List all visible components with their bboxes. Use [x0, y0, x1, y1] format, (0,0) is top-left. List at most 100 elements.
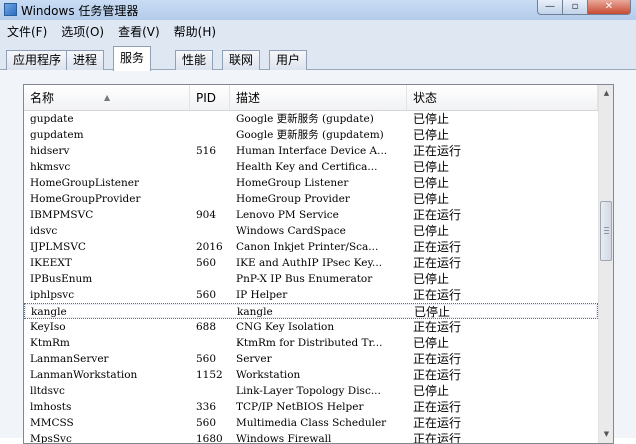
table-row[interactable]: IPBusEnum PnP-X IP Bus Enumerator 已停止 — [24, 271, 598, 287]
tab-strip: 应用程序 进程 服务 性能 联网 用户 — [0, 40, 636, 71]
table-row[interactable]: KeyIso 688 CNG Key Isolation 正在运行 — [24, 319, 598, 335]
services-panel: ▲ 名称 PID 描述 状态 gupdate Google 更新服务 (gupda… — [0, 70, 636, 444]
service-pid: 2016 — [196, 241, 223, 253]
service-name: lmhosts — [30, 401, 72, 413]
table-row[interactable]: MMCSS 560 Multimedia Class Scheduler 正在运行 — [24, 415, 598, 431]
service-description: HomeGroup Provider — [236, 193, 350, 205]
maximize-button[interactable]: ▫ — [563, 0, 588, 15]
window-controls: — ▫ ✕ — [537, 0, 631, 16]
tab-networking[interactable]: 联网 — [222, 50, 261, 70]
sort-ascending-icon: ▲ — [104, 93, 111, 102]
service-status: 已停止 — [413, 176, 450, 190]
table-row[interactable]: LanmanWorkstation 1152 Workstation 正在运行 — [24, 367, 598, 383]
close-button[interactable]: ✕ — [588, 0, 631, 15]
table-row[interactable]: HomeGroupProvider HomeGroup Provider 已停止 — [24, 191, 598, 207]
vertical-scrollbar[interactable]: ▲ ▼ — [598, 85, 613, 443]
table-row[interactable]: IJPLMSVC 2016 Canon Inkjet Printer/Sca... 正… — [24, 239, 598, 255]
service-status: 正在运行 — [413, 256, 462, 270]
menu-view[interactable]: 查看(V) — [111, 20, 167, 40]
table-row[interactable]: lltdsvc Link-Layer Topology Disc... 已停止 — [24, 383, 598, 399]
service-name: kangle — [31, 306, 67, 318]
tab-services[interactable]: 服务 — [113, 46, 152, 71]
service-description: Canon Inkjet Printer/Sca... — [236, 241, 379, 253]
column-header-pid[interactable]: PID — [190, 85, 230, 110]
tab-users[interactable]: 用户 — [269, 50, 308, 70]
service-name: gupdate — [30, 113, 74, 125]
tab-applications[interactable]: 应用程序 — [6, 50, 69, 70]
service-status: 已停止 — [413, 128, 450, 142]
service-status: 已停止 — [413, 224, 450, 238]
service-status: 正在运行 — [413, 320, 462, 334]
service-pid: 560 — [196, 257, 217, 269]
table-row[interactable]: iphlpsvc 560 IP Helper 正在运行 — [24, 287, 598, 303]
service-status: 已停止 — [413, 112, 450, 126]
service-status: 已停止 — [413, 336, 450, 350]
table-row[interactable]: HomeGroupListener HomeGroup Listener 已停止 — [24, 175, 598, 191]
service-description: Link-Layer Topology Disc... — [236, 385, 381, 397]
service-name: KtmRm — [30, 337, 70, 349]
service-description: IKE and AuthIP IPsec Key... — [236, 257, 383, 269]
table-row[interactable]: KtmRm KtmRm for Distributed Tr... 已停止 — [24, 335, 598, 351]
service-status: 正在运行 — [413, 400, 462, 414]
service-name: LanmanServer — [30, 353, 109, 365]
service-description: Google 更新服务 (gupdatem) — [236, 129, 384, 141]
table-row[interactable]: hidserv 516 Human Interface Device A... 正在运… — [24, 143, 598, 159]
service-name: IBMPMSVC — [30, 209, 94, 221]
table-row[interactable]: LanmanServer 560 Server 正在运行 — [24, 351, 598, 367]
service-status: 已停止 — [413, 272, 450, 286]
service-description: Lenovo PM Service — [236, 209, 339, 221]
menu-help[interactable]: 帮助(H) — [167, 20, 223, 40]
service-status: 正在运行 — [413, 352, 462, 366]
table-row[interactable]: hkmsvc Health Key and Certifica... 已停止 — [24, 159, 598, 175]
service-pid: 336 — [196, 401, 217, 413]
service-description: Windows CardSpace — [236, 225, 346, 237]
scrollbar-thumb[interactable] — [600, 201, 612, 261]
service-name: IKEEXT — [30, 257, 72, 269]
service-name: iphlpsvc — [30, 289, 75, 301]
service-name: IPBusEnum — [30, 273, 93, 285]
service-description: PnP-X IP Bus Enumerator — [236, 273, 373, 285]
title-bar: Windows 任务管理器 — ▫ ✕ — [0, 0, 636, 20]
table-row[interactable]: gupdate Google 更新服务 (gupdate) 已停止 — [24, 111, 598, 127]
table-row-selected[interactable]: kangle kangle 已停止 — [24, 303, 598, 319]
tab-performance[interactable]: 性能 — [175, 50, 214, 70]
service-name: idsvc — [30, 225, 58, 237]
services-list[interactable]: ▲ 名称 PID 描述 状态 gupdate Google 更新服务 (gupda… — [23, 84, 614, 444]
table-row[interactable]: lmhosts 336 TCP/IP NetBIOS Helper 正在运行 — [24, 399, 598, 415]
task-manager-icon — [4, 3, 17, 16]
column-header-name[interactable]: ▲ 名称 — [24, 85, 190, 110]
table-row[interactable]: IKEEXT 560 IKE and AuthIP IPsec Key... 正在运行 — [24, 255, 598, 271]
service-description: kangle — [237, 306, 273, 318]
service-description: Multimedia Class Scheduler — [236, 417, 387, 429]
service-pid: 560 — [196, 417, 217, 429]
service-pid: 688 — [196, 321, 217, 333]
table-row[interactable]: IBMPMSVC 904 Lenovo PM Service 正在运行 — [24, 207, 598, 223]
column-header-description[interactable]: 描述 — [230, 85, 407, 110]
list-rows: gupdate Google 更新服务 (gupdate) 已停止 gupdatem G… — [24, 111, 598, 443]
tab-processes[interactable]: 进程 — [66, 50, 105, 70]
service-name: HomeGroupListener — [30, 177, 140, 189]
service-description: CNG Key Isolation — [236, 321, 335, 333]
service-status: 已停止 — [413, 160, 450, 174]
scroll-down-icon[interactable]: ▼ — [600, 426, 613, 443]
service-description: Workstation — [236, 369, 301, 381]
service-pid: 560 — [196, 289, 217, 301]
service-description: TCP/IP NetBIOS Helper — [236, 401, 364, 413]
service-status: 正在运行 — [413, 368, 462, 382]
column-header-status[interactable]: 状态 — [407, 85, 598, 110]
minimize-button[interactable]: — — [537, 0, 563, 15]
menu-bar: 文件(F) 选项(O) 查看(V) 帮助(H) — [0, 20, 636, 40]
table-row[interactable]: gupdatem Google 更新服务 (gupdatem) 已停止 — [24, 127, 598, 143]
service-name: LanmanWorkstation — [30, 369, 138, 381]
service-description: Health Key and Certifica... — [236, 161, 378, 173]
service-description: IP Helper — [236, 289, 288, 301]
service-name: MMCSS — [30, 417, 74, 429]
service-name: gupdatem — [30, 129, 84, 141]
service-status: 正在运行 — [413, 240, 462, 254]
menu-file[interactable]: 文件(F) — [0, 20, 54, 40]
service-name: IJPLMSVC — [30, 241, 86, 253]
table-row[interactable]: idsvc Windows CardSpace 已停止 — [24, 223, 598, 239]
menu-options[interactable]: 选项(O) — [54, 20, 111, 40]
scroll-up-icon[interactable]: ▲ — [600, 85, 613, 102]
service-status: 已停止 — [413, 384, 450, 398]
